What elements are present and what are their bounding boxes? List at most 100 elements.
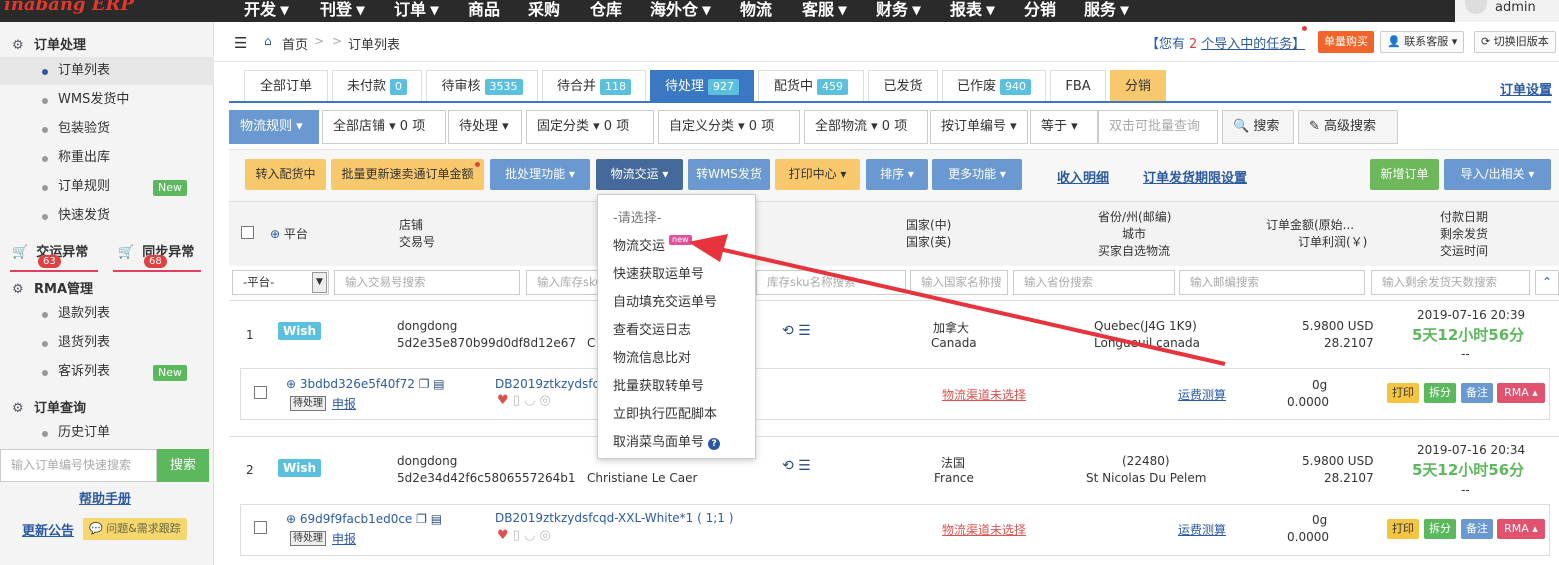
order-query-input[interactable]: 双击可批量查询 — [1098, 110, 1218, 144]
contact-support-button[interactable]: 👤 联系客服 ▾ — [1380, 31, 1465, 53]
nav-logistics[interactable]: 物流 — [740, 0, 772, 19]
to-picking-button[interactable]: 转入配货中 — [245, 159, 326, 190]
nav-purchase[interactable]: 采购 — [528, 0, 560, 19]
tab-fba[interactable]: FBA — [1050, 70, 1106, 102]
platform-select[interactable]: -平台- ▼ — [232, 270, 329, 295]
trade-search-input[interactable]: 输入交易号搜索 — [334, 270, 520, 295]
sidebar-item-weigh-out[interactable]: 称重出库 — [0, 144, 214, 172]
split-button[interactable]: 拆分 — [1424, 383, 1456, 403]
match-operator-dropdown[interactable]: 等于 ▾ — [1030, 110, 1098, 144]
update-notice-link[interactable]: 更新公告 — [22, 520, 74, 539]
menu-item-ship-log[interactable]: 查看交运日志 — [613, 319, 691, 338]
menu-item-quick-tracking[interactable]: 快速获取运单号 — [613, 263, 704, 282]
history-icon[interactable]: ⟲ ☰ — [782, 323, 811, 339]
batch-update-amount-button[interactable]: 批量更新速卖通订单金额 — [331, 159, 484, 190]
nav-products[interactable]: 商品 — [468, 0, 500, 19]
income-detail-link[interactable]: 收入明细 — [1057, 167, 1109, 186]
history-icon[interactable]: ⟲ ☰ — [782, 458, 811, 474]
buy-quota-button[interactable]: 单量购买 — [1318, 31, 1374, 53]
order-number[interactable]: ⊕ 3bdbd326e5f40f72 ❐ ▤ — [286, 377, 445, 391]
tab-shipped[interactable]: 已发货 — [868, 70, 938, 102]
section-rma[interactable]: ⚙ RMA管理 — [12, 278, 93, 297]
province-search-input[interactable]: 输入省份搜索 — [1013, 270, 1175, 295]
nav-services[interactable]: 服务 ▾ — [1084, 0, 1128, 19]
logistics-ship-button[interactable]: 物流交运 ▾ — [596, 159, 683, 190]
freight-calc-link[interactable]: 运费测算 — [1178, 386, 1226, 403]
tab-pending[interactable]: 待处理 927 — [650, 70, 754, 102]
search-by-dropdown[interactable]: 按订单编号 ▾ — [930, 110, 1028, 144]
menu-item-batch-transfer[interactable]: 批量获取转单号 — [613, 375, 704, 394]
switch-old-version-button[interactable]: ⟳ 切换旧版本 — [1474, 31, 1556, 53]
sidebar-item-returns[interactable]: 退货列表 — [0, 329, 214, 357]
tab-voided[interactable]: 已作废 940 — [942, 70, 1046, 102]
fixed-category-filter[interactable]: 固定分类 ▾ 0 项 — [526, 110, 654, 144]
sidebar-item-pack-check[interactable]: 包装验货 — [0, 115, 214, 143]
nav-reports[interactable]: 报表 ▾ — [950, 0, 994, 19]
nav-develop[interactable]: 开发 ▾ — [244, 0, 288, 19]
status-filter[interactable]: 待处理 ▾ — [448, 110, 522, 144]
note-button[interactable]: 备注 — [1461, 519, 1493, 539]
country-search-input[interactable]: 输入国家名称搜 — [910, 270, 1008, 295]
remain-days-input[interactable]: 输入剩余发货天数搜索 — [1371, 270, 1530, 295]
row-checkbox[interactable] — [254, 521, 267, 534]
search-button[interactable]: 🔍 搜索 — [1222, 110, 1294, 144]
logistics-channel-link[interactable]: 物流渠道未选择 — [942, 521, 1026, 538]
stock-sku-input[interactable]: 输入库存sku — [526, 270, 598, 295]
order-number[interactable]: ⊕ 69d9f9facb1ed0ce ❐ ▤ — [286, 512, 442, 526]
sidebar-item-wms[interactable]: WMS发货中 — [0, 86, 214, 114]
tab-distribution[interactable]: 分销 — [1110, 70, 1166, 102]
sidebar-item-complaints[interactable]: 客诉列表 New — [0, 358, 214, 386]
select-all-checkbox[interactable] — [241, 226, 254, 239]
new-order-button[interactable]: 新增订单 — [1370, 159, 1439, 190]
quick-search-input[interactable]: 输入订单编号快速搜索 — [0, 449, 157, 482]
tab-pending-review[interactable]: 待审核 3535 — [426, 70, 538, 102]
feedback-button[interactable]: 💬 问题&需求跟踪 — [83, 518, 187, 540]
import-tasks-link[interactable]: 【您有 2 个导入中的任务】 — [1146, 33, 1305, 52]
sort-button[interactable]: 排序 ▾ — [866, 159, 928, 190]
nav-warehouse[interactable]: 仓库 — [590, 0, 622, 19]
tab-picking[interactable]: 配货中 459 — [758, 70, 864, 102]
platform-header[interactable]: ⊕ 平台 — [270, 226, 308, 243]
menu-toggle-icon[interactable]: ☰ — [234, 34, 247, 52]
nav-orders[interactable]: 订单 ▾ — [394, 0, 438, 19]
declare-link[interactable]: 申报 — [332, 395, 356, 412]
menu-item-logistics-ship[interactable]: 物流交运 new — [613, 235, 692, 254]
nav-distribution[interactable]: 分销 — [1024, 0, 1056, 19]
print-center-button[interactable]: 打印中心 ▾ — [775, 159, 860, 190]
note-button[interactable]: 备注 — [1461, 383, 1493, 403]
nav-service[interactable]: 客服 ▾ — [802, 0, 846, 19]
freight-calc-link[interactable]: 运费测算 — [1178, 521, 1226, 538]
menu-item-autofill-tracking[interactable]: 自动填充交运单号 — [613, 291, 717, 310]
tab-all[interactable]: 全部订单 — [244, 70, 328, 102]
breadcrumb-home[interactable]: 首页 — [282, 34, 308, 53]
section-order-query[interactable]: ⚙ 订单查询 — [12, 397, 86, 416]
menu-item-cancel-cainiao[interactable]: 取消菜鸟面单号 ? — [613, 431, 721, 450]
custom-category-filter[interactable]: 自定义分类 ▾ 0 项 — [658, 110, 800, 144]
declare-link[interactable]: 申报 — [332, 530, 356, 547]
row-checkbox[interactable] — [254, 386, 267, 399]
sidebar-item-refunds[interactable]: 退款列表 — [0, 300, 214, 328]
print-button[interactable]: 打印 — [1387, 519, 1419, 539]
zip-search-input[interactable]: 输入邮编搜索 — [1179, 270, 1365, 295]
user-menu[interactable]: admin — [1455, 0, 1559, 22]
menu-item-logistics-compare[interactable]: 物流信息比对 — [613, 347, 691, 366]
nav-overseas[interactable]: 海外仓 ▾ — [650, 0, 710, 19]
split-button[interactable]: 拆分 — [1424, 519, 1456, 539]
order-settings-link[interactable]: 订单设置 — [1500, 79, 1552, 98]
more-functions-button[interactable]: 更多功能 ▾ — [932, 159, 1022, 190]
help-manual-link[interactable]: 帮助手册 — [0, 488, 210, 507]
sidebar-item-order-list[interactable]: 订单列表 — [0, 57, 214, 85]
collapse-icon[interactable]: ⌃ — [1535, 270, 1559, 295]
batch-functions-button[interactable]: 批处理功能 ▾ — [490, 159, 590, 190]
sidebar-item-order-rules[interactable]: 订单规则 New — [0, 173, 214, 201]
section-order-processing[interactable]: ⚙ 订单处理 — [12, 34, 86, 53]
sku-link[interactable]: DB2019ztkzydsfcqd-XXL-White*1 ( 1;1 ) — [495, 511, 733, 525]
stock-sku-name-input[interactable]: 库存sku名称搜索 — [756, 270, 906, 295]
menu-item-run-match-script[interactable]: 立即执行匹配脚本 — [613, 403, 717, 422]
print-button[interactable]: 打印 — [1387, 383, 1419, 403]
rma-button[interactable]: RMA ▴ — [1497, 519, 1545, 539]
logistics-filter[interactable]: 全部物流 ▾ 0 项 — [804, 110, 928, 144]
to-wms-button[interactable]: 转WMS发货 — [688, 159, 770, 190]
logistics-rule-dropdown[interactable]: 物流规则 ▾ — [229, 110, 319, 144]
tab-pending-merge[interactable]: 待合并 118 — [542, 70, 646, 102]
